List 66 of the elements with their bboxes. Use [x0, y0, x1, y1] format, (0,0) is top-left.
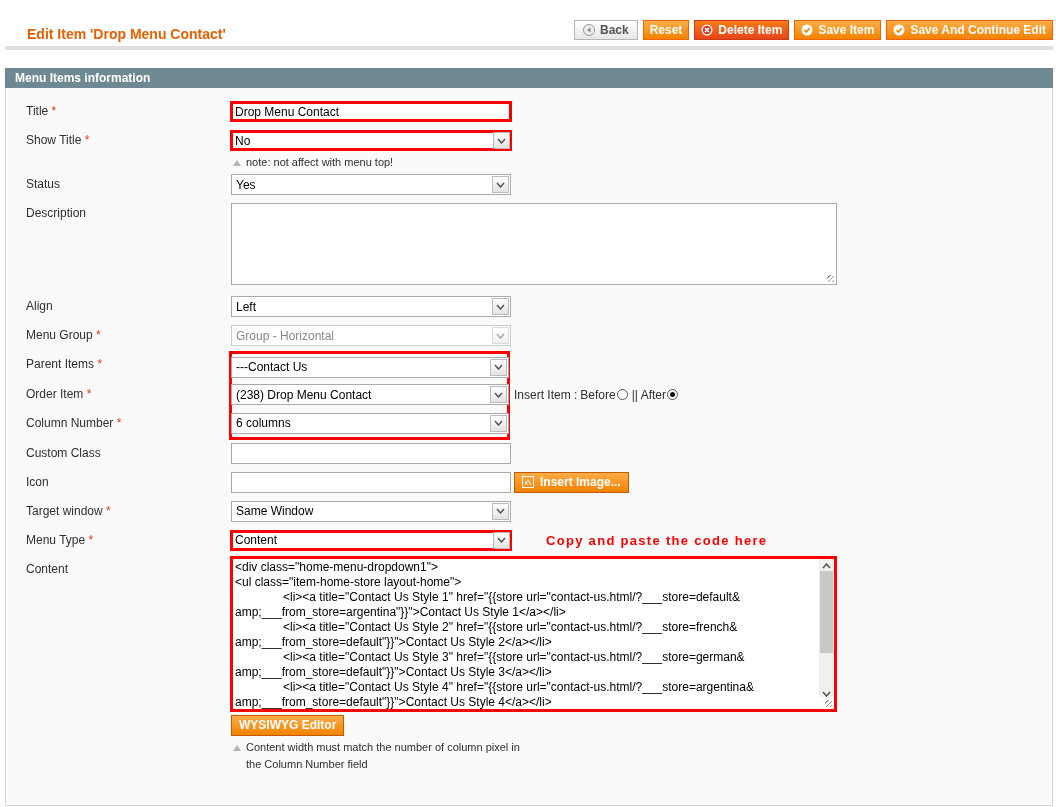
field-note: Content width must match the number of column pixel in the Column Number field	[246, 739, 521, 772]
code-line: amp;___from_store=default"}}">Contact Us Style 4</a></li>	[235, 694, 552, 709]
field-note: note: not affect with menu top!	[246, 155, 394, 170]
field-label: Menu Type	[26, 532, 86, 547]
field-label: Show Title	[26, 133, 82, 147]
text-field[interactable]	[231, 442, 511, 464]
select-field[interactable]: 6 columns	[231, 412, 509, 434]
required-marker: *	[88, 532, 94, 547]
radio-button[interactable]	[666, 389, 678, 401]
scroll-up-icon[interactable]	[822, 562, 831, 569]
code-line: amp;___from_store=default"}}">Contact Us Style 2</a></li>	[235, 634, 552, 649]
select-field[interactable]: Content	[230, 529, 512, 551]
field-label: Menu Group	[26, 328, 93, 342]
radio-button[interactable]	[616, 389, 628, 401]
field-label: Custom Class	[26, 445, 101, 460]
field-label: Description	[26, 206, 87, 220]
required-marker: *	[96, 328, 101, 342]
image-icon	[522, 476, 534, 488]
resize-grip-icon	[827, 275, 834, 282]
page-title: Edit Item 'Drop Menu Contact'	[27, 26, 226, 42]
select-field[interactable]: Left	[231, 296, 511, 317]
required-marker: *	[106, 503, 111, 518]
close-icon	[701, 24, 714, 36]
code-line: <li><a title="Contact Us Style 4" href="{{store url="contact-us.html/?___store=argentina&	[282, 679, 754, 694]
resize-grip-icon	[825, 699, 832, 707]
scroll-down-icon[interactable]	[822, 690, 831, 697]
radio-label: Before	[580, 387, 616, 402]
content-textarea[interactable]	[230, 555, 837, 712]
code-line: <div class="home-menu-dropdown1">	[235, 559, 438, 574]
check-icon	[801, 24, 814, 36]
field-label: Parent Items	[26, 357, 95, 371]
code-line: amp;___from_store=argentina"}}">Contact Us Style 1</a></li>	[235, 604, 566, 619]
radio-label: || After	[631, 387, 666, 402]
code-line: <li><a title="Contact Us Style 2" href="{{store url="contact-us.html/?___store=french&	[282, 619, 738, 634]
field-label: Target window	[26, 503, 103, 518]
field-label: Icon	[26, 474, 49, 489]
field-label: Align	[26, 299, 53, 313]
check-icon	[893, 24, 906, 36]
required-marker: *	[116, 416, 122, 430]
code-line: amp;___from_store=default"}}">Contact Us Style 3</a></li>	[235, 664, 552, 679]
required-marker: *	[86, 386, 92, 401]
text-field[interactable]	[231, 471, 511, 493]
code-line: <li><a title="Contact Us Style 1" href="{{store url="contact-us.html/?___store=default&	[282, 589, 740, 604]
insert-item-label: Insert Item :	[514, 387, 578, 402]
field-label: Title	[26, 104, 49, 118]
select-field[interactable]: Yes	[231, 174, 511, 195]
required-marker: *	[97, 357, 103, 371]
required-marker: *	[84, 133, 90, 147]
triangle-icon	[233, 744, 241, 751]
field-label: Order Item	[26, 386, 84, 401]
field-label: Status	[26, 177, 61, 191]
field-label: Content	[26, 561, 69, 576]
select-field[interactable]: No	[230, 130, 512, 151]
field-label: Column Number	[26, 416, 114, 430]
scrollbar[interactable]	[819, 558, 834, 697]
select-field[interactable]: ---Contact Us	[231, 356, 509, 378]
text-field[interactable]: Drop Menu Contact	[230, 101, 512, 122]
back-button[interactable]: Back	[574, 20, 638, 40]
triangle-icon	[233, 160, 241, 166]
select-field[interactable]: Same Window	[231, 500, 511, 522]
annotation-text: Copy and paste the code here	[546, 532, 768, 548]
code-line: <li><a title="Contact Us Style 3" href="{{store url="contact-us.html/?___store=german&	[282, 649, 745, 664]
code-line: <ul class="item-home-store layout-home">	[235, 574, 462, 589]
section-header: Menu Items information	[5, 68, 1053, 88]
required-marker: *	[51, 104, 57, 118]
select-field[interactable]: (238) Drop Menu Contact	[231, 384, 509, 406]
